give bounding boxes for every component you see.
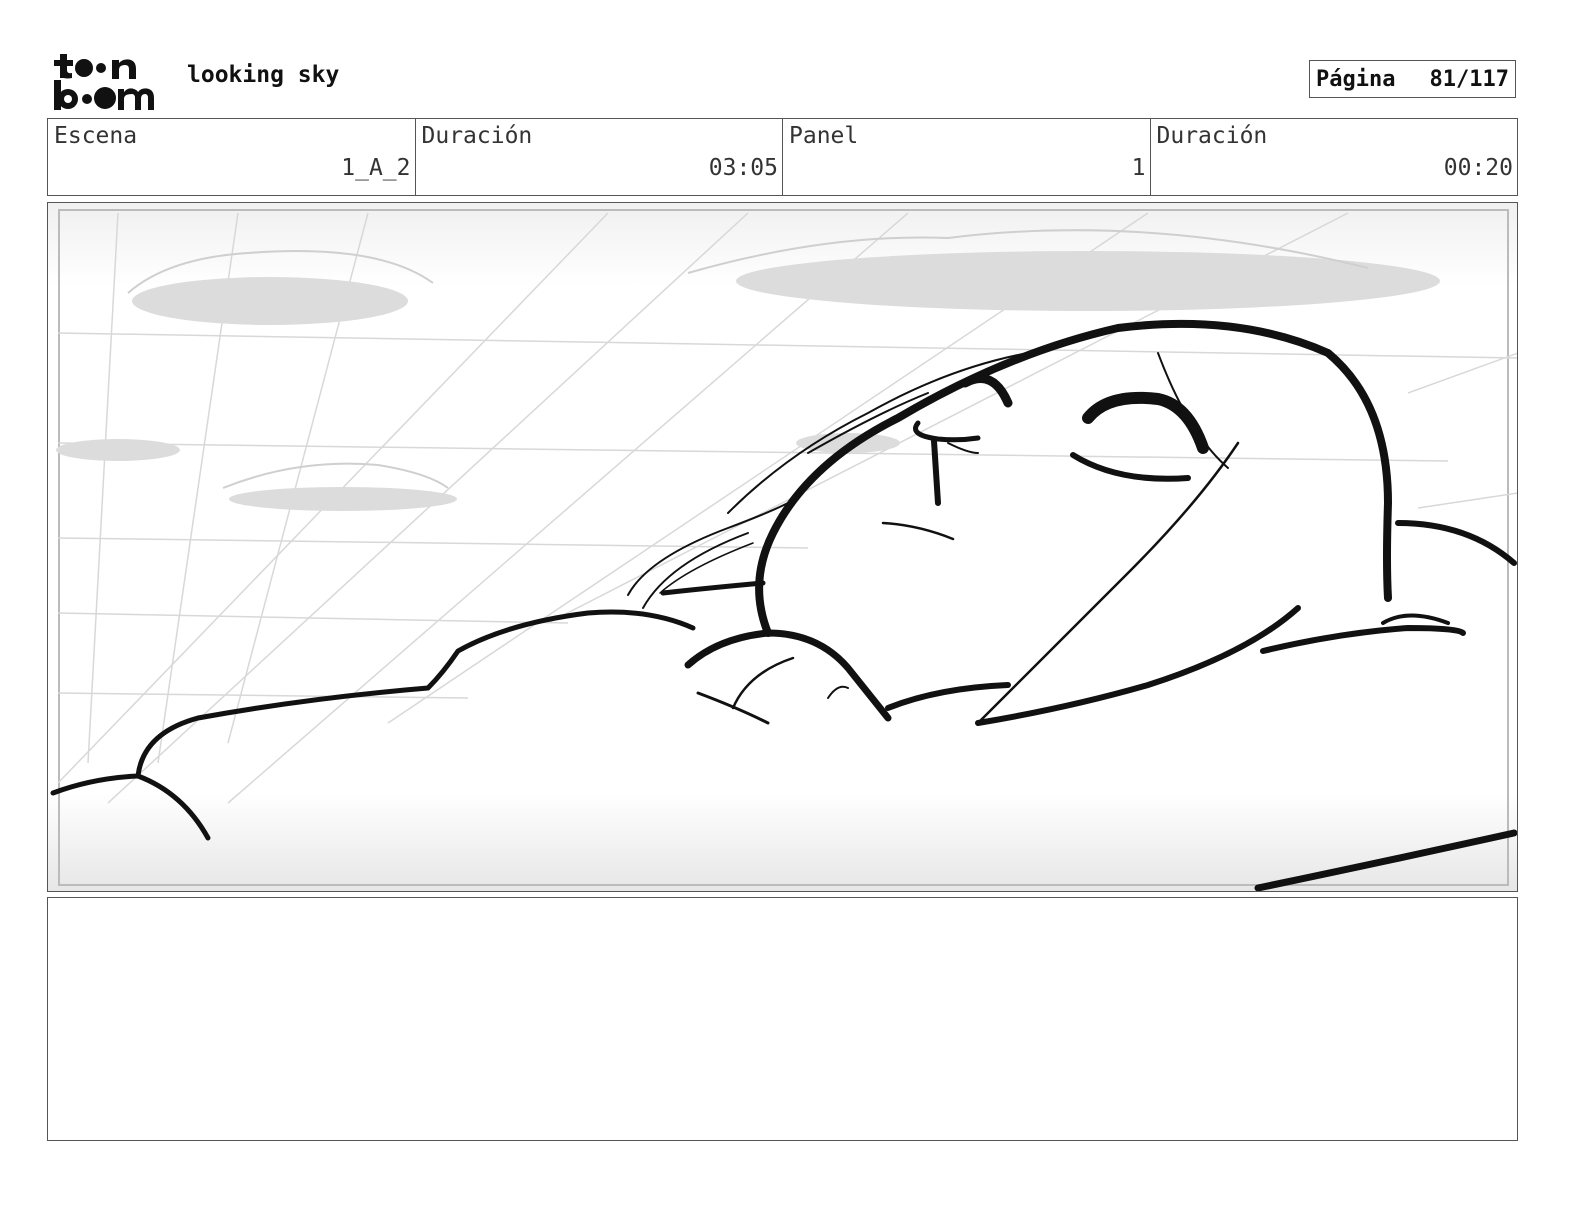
page-indicator: Página 81/117 [1309, 60, 1516, 98]
scene-label: Escena [54, 123, 138, 149]
panel-duration-cell: Duración 00:20 [1151, 119, 1518, 195]
scene-info-row: Escena 1_A_2 Duración 03:05 Panel 1 Dura… [47, 118, 1518, 196]
page-label: Página [1316, 66, 1396, 92]
sketch-drawing [48, 203, 1517, 891]
panel-duration-label: Duración [1156, 123, 1268, 149]
scene-duration-cell: Duración 03:05 [416, 119, 783, 195]
panel-duration-value: 00:20 [1443, 155, 1513, 181]
page-number: 81/117 [1429, 66, 1509, 92]
panel-cell: Panel 1 [783, 119, 1151, 195]
toon-boom-logo [54, 54, 154, 110]
panel-label: Panel [789, 123, 859, 149]
panel-value: 1 [1131, 155, 1146, 181]
scene-value: 1_A_2 [341, 155, 411, 181]
panel-notes-area [47, 897, 1518, 1141]
project-title: looking sky [187, 62, 340, 88]
storyboard-panel-image [47, 202, 1518, 892]
scene-duration-value: 03:05 [708, 155, 778, 181]
scene-duration-label: Duración [421, 123, 533, 149]
scene-cell: Escena 1_A_2 [48, 119, 416, 195]
